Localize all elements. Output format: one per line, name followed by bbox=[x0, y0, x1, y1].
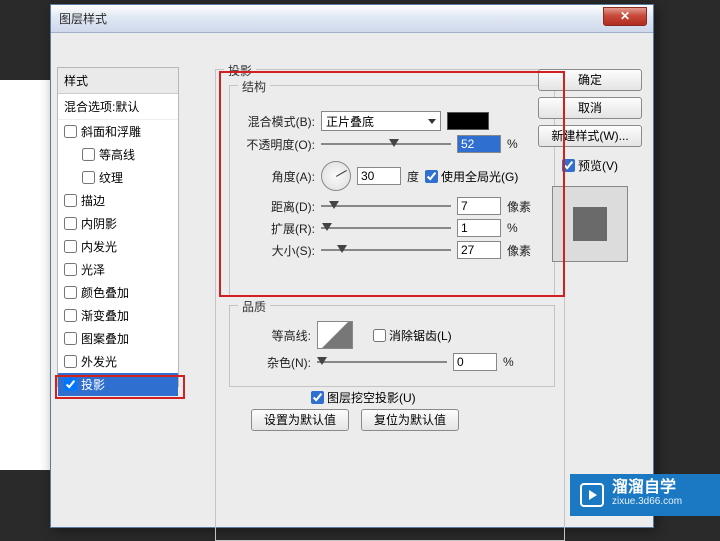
style-item-图案叠加[interactable]: 图案叠加 bbox=[58, 327, 178, 350]
reset-default-button[interactable]: 复位为默认值 bbox=[361, 409, 459, 431]
structure-legend: 结构 bbox=[238, 78, 270, 95]
style-item-外发光[interactable]: 外发光 bbox=[58, 350, 178, 373]
noise-label: 杂色(N): bbox=[251, 354, 311, 371]
opacity-input[interactable]: 52 bbox=[457, 135, 501, 153]
size-slider[interactable] bbox=[321, 243, 451, 257]
style-item-checkbox[interactable] bbox=[64, 217, 77, 230]
style-item-斜面和浮雕[interactable]: 斜面和浮雕 bbox=[58, 120, 178, 143]
size-input[interactable]: 27 bbox=[457, 241, 501, 259]
style-item-label: 渐变叠加 bbox=[81, 307, 129, 324]
distance-label: 距离(D): bbox=[241, 198, 315, 215]
blend-mode-label: 混合模式(B): bbox=[241, 113, 315, 130]
style-item-checkbox[interactable] bbox=[64, 332, 77, 345]
knockout-checkbox[interactable]: 图层挖空投影(U) bbox=[311, 389, 416, 406]
spread-slider[interactable] bbox=[321, 221, 451, 235]
layer-style-dialog: 图层样式 ✕ 样式 混合选项:默认 斜面和浮雕等高线纹理描边内阴影内发光光泽颜色… bbox=[50, 4, 654, 528]
play-icon bbox=[580, 483, 604, 507]
ok-button[interactable]: 确定 bbox=[538, 69, 642, 91]
style-item-checkbox[interactable] bbox=[64, 240, 77, 253]
style-item-label: 纹理 bbox=[99, 169, 123, 186]
blend-mode-dropdown[interactable]: 正片叠底 bbox=[321, 111, 441, 131]
size-label: 大小(S): bbox=[241, 242, 315, 259]
style-item-checkbox[interactable] bbox=[64, 309, 77, 322]
make-default-button[interactable]: 设置为默认值 bbox=[251, 409, 349, 431]
style-item-checkbox[interactable] bbox=[64, 355, 77, 368]
spread-input[interactable]: 1 bbox=[457, 219, 501, 237]
noise-slider[interactable] bbox=[317, 355, 447, 369]
style-item-label: 颜色叠加 bbox=[81, 284, 129, 301]
chevron-down-icon bbox=[428, 119, 436, 124]
preview-thumbnail bbox=[552, 186, 628, 262]
style-item-颜色叠加[interactable]: 颜色叠加 bbox=[58, 281, 178, 304]
new-style-button[interactable]: 新建样式(W)... bbox=[538, 125, 642, 147]
style-item-checkbox[interactable] bbox=[82, 171, 95, 184]
style-item-label: 光泽 bbox=[81, 261, 105, 278]
blend-options[interactable]: 混合选项:默认 bbox=[58, 94, 178, 120]
angle-dial[interactable] bbox=[321, 161, 351, 191]
style-item-渐变叠加[interactable]: 渐变叠加 bbox=[58, 304, 178, 327]
style-item-纹理[interactable]: 纹理 bbox=[58, 166, 178, 189]
styles-header: 样式 bbox=[58, 68, 178, 94]
cancel-button[interactable]: 取消 bbox=[538, 97, 642, 119]
style-item-投影[interactable]: 投影 bbox=[58, 373, 178, 396]
antialias-checkbox[interactable]: 消除锯齿(L) bbox=[373, 327, 452, 344]
style-item-label: 斜面和浮雕 bbox=[81, 123, 141, 140]
contour-picker[interactable] bbox=[317, 321, 353, 349]
style-item-checkbox[interactable] bbox=[64, 378, 77, 391]
style-item-label: 等高线 bbox=[99, 146, 135, 163]
window-title: 图层样式 bbox=[59, 10, 107, 27]
style-item-等高线[interactable]: 等高线 bbox=[58, 143, 178, 166]
style-item-label: 投影 bbox=[81, 376, 105, 393]
opacity-label: 不透明度(O): bbox=[241, 136, 315, 153]
contour-label: 等高线: bbox=[251, 327, 311, 344]
global-light-checkbox[interactable]: 使用全局光(G) bbox=[425, 168, 518, 185]
close-button[interactable]: ✕ bbox=[603, 7, 647, 26]
style-item-checkbox[interactable] bbox=[82, 148, 95, 161]
titlebar[interactable]: 图层样式 ✕ bbox=[51, 5, 653, 33]
styles-list: 样式 混合选项:默认 斜面和浮雕等高线纹理描边内阴影内发光光泽颜色叠加渐变叠加图… bbox=[57, 67, 179, 387]
angle-input[interactable]: 30 bbox=[357, 167, 401, 185]
spread-label: 扩展(R): bbox=[241, 220, 315, 237]
style-item-内阴影[interactable]: 内阴影 bbox=[58, 212, 178, 235]
noise-input[interactable]: 0 bbox=[453, 353, 497, 371]
style-item-内发光[interactable]: 内发光 bbox=[58, 235, 178, 258]
watermark: 溜溜自学 zixue.3d66.com bbox=[570, 474, 720, 516]
projection-legend: 投影 bbox=[224, 62, 256, 79]
style-item-描边[interactable]: 描边 bbox=[58, 189, 178, 212]
style-item-checkbox[interactable] bbox=[64, 125, 77, 138]
right-button-column: 确定 取消 新建样式(W)... 预览(V) bbox=[535, 69, 645, 262]
style-item-checkbox[interactable] bbox=[64, 263, 77, 276]
style-item-label: 内发光 bbox=[81, 238, 117, 255]
angle-label: 角度(A): bbox=[241, 168, 315, 185]
style-item-label: 外发光 bbox=[81, 353, 117, 370]
distance-input[interactable]: 7 bbox=[457, 197, 501, 215]
style-item-label: 内阴影 bbox=[81, 215, 117, 232]
style-item-光泽[interactable]: 光泽 bbox=[58, 258, 178, 281]
preview-checkbox[interactable]: 预览(V) bbox=[562, 157, 618, 174]
style-item-label: 描边 bbox=[81, 192, 105, 209]
distance-slider[interactable] bbox=[321, 199, 451, 213]
quality-legend: 品质 bbox=[238, 298, 270, 315]
style-item-checkbox[interactable] bbox=[64, 194, 77, 207]
shadow-color-swatch[interactable] bbox=[447, 112, 489, 130]
style-item-label: 图案叠加 bbox=[81, 330, 129, 347]
opacity-slider[interactable] bbox=[321, 137, 451, 151]
style-item-checkbox[interactable] bbox=[64, 286, 77, 299]
